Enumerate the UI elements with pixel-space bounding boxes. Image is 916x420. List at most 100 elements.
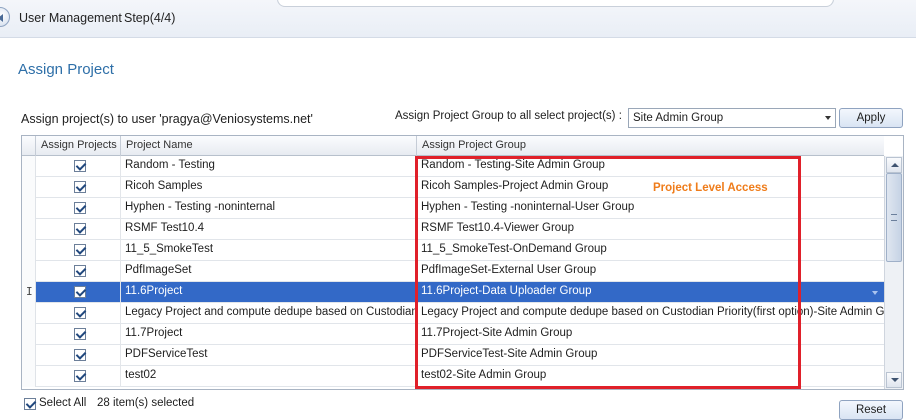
project-grid: Assign Projects Project Name Assign Proj… [21, 135, 904, 390]
table-row[interactable]: Hyphen - Testing -noninternal Hyphen - Te… [22, 198, 884, 219]
select-all-label: Select All [39, 397, 87, 409]
assign-project-checkbox[interactable] [74, 244, 86, 256]
page-title: Assign Project [18, 61, 114, 78]
project-group-value: 11.7Project-Site Admin Group [421, 327, 573, 339]
vertical-scrollbar[interactable] [884, 156, 903, 389]
header-step: Step(4/4) [124, 11, 176, 25]
table-row[interactable]: I 11.6Project 11.6Project-Data Uploader Gr… [22, 282, 884, 303]
row-indicator-cell[interactable] [22, 345, 36, 366]
assign-project-checkbox[interactable] [74, 328, 86, 340]
project-group-cell[interactable]: 11.7Project-Site Admin Group [417, 324, 884, 345]
row-indicator-cell[interactable] [22, 303, 36, 324]
project-group-cell[interactable]: Hyphen - Testing -noninternal-User Group [417, 198, 884, 219]
project-group-cell[interactable]: PdfImageSet-External User Group [417, 261, 884, 282]
chevron-down-icon[interactable] [825, 116, 831, 120]
assign-cell [36, 219, 121, 240]
project-group-value: 11_5_SmokeTest-OnDemand Group [421, 243, 607, 255]
table-row[interactable]: RSMF Test10.4 RSMF Test10.4-Viewer Group [22, 219, 884, 240]
project-name-cell: 11.6Project [121, 282, 417, 303]
assign-cell [36, 240, 121, 261]
project-group-cell[interactable]: 11_5_SmokeTest-OnDemand Group [417, 240, 884, 261]
project-group-cell[interactable]: Legacy Project and compute dedupe based … [417, 303, 903, 324]
header-indicator-cell [22, 136, 36, 156]
project-group-value: test02-Site Admin Group [421, 369, 547, 381]
assign-project-checkbox[interactable] [74, 202, 86, 214]
table-row[interactable]: PDFServiceTest PDFServiceTest-Site Admin … [22, 345, 884, 366]
project-group-value: Random - Testing-Site Admin Group [421, 159, 605, 171]
chevron-down-icon[interactable] [872, 291, 878, 295]
row-indicator-cell[interactable] [22, 198, 36, 219]
column-header-project-name[interactable]: Project Name [121, 136, 417, 156]
project-group-value: PDFServiceTest-Site Admin Group [421, 348, 598, 360]
table-row[interactable]: 11_5_SmokeTest 11_5_SmokeTest-OnDemand Gr… [22, 240, 884, 261]
assign-project-checkbox[interactable] [74, 160, 86, 172]
project-name-cell: Hyphen - Testing -noninternal [121, 198, 417, 219]
row-indicator-cell[interactable] [22, 324, 36, 345]
project-name-cell: 11.7Project [121, 324, 417, 345]
table-row[interactable]: Legacy Project and compute dedupe based … [22, 303, 903, 324]
project-group-cell[interactable]: PDFServiceTest-Site Admin Group [417, 345, 884, 366]
scroll-thumb[interactable] [886, 173, 902, 262]
row-indicator-cell[interactable] [22, 156, 36, 177]
assign-cell [36, 261, 121, 282]
table-row[interactable]: PdfImageSet PdfImageSet-External User Gro… [22, 261, 884, 282]
project-group-cell[interactable]: Random - Testing-Site Admin Group [417, 156, 884, 177]
table-row[interactable]: 11.7Project 11.7Project-Site Admin Group [22, 324, 884, 345]
project-name-cell: test02 [121, 366, 417, 387]
row-indicator-cell[interactable] [22, 177, 36, 198]
project-group-cell[interactable]: RSMF Test10.4-Viewer Group [417, 219, 884, 240]
project-group-cell[interactable]: Ricoh Samples-Project Admin Group [417, 177, 884, 198]
assign-cell [36, 366, 121, 387]
project-group-value: Hyphen - Testing -noninternal-User Group [421, 201, 635, 213]
scroll-down-icon[interactable] [886, 372, 902, 388]
selected-count: 28 item(s) selected [97, 397, 195, 409]
column-header-assign[interactable]: Assign Projects [36, 136, 121, 156]
project-group-value: Legacy Project and compute dedupe based … [421, 306, 904, 318]
project-group-value: RSMF Test10.4-Viewer Group [421, 222, 574, 234]
assign-project-checkbox[interactable] [74, 223, 86, 235]
project-group-select-value: Site Admin Group [633, 112, 724, 124]
row-indicator-cell[interactable] [22, 240, 36, 261]
row-indicator-cell[interactable] [22, 219, 36, 240]
assign-cell [36, 303, 121, 324]
project-group-cell[interactable]: 11.6Project-Data Uploader Group [417, 282, 884, 303]
back-arrow-icon[interactable] [0, 7, 10, 27]
project-name-cell: RSMF Test10.4 [121, 219, 417, 240]
assign-cell [36, 156, 121, 177]
assign-cell [36, 198, 121, 219]
assign-project-checkbox[interactable] [74, 307, 86, 319]
project-name-cell: PdfImageSet [121, 261, 417, 282]
row-indicator-cell[interactable] [22, 366, 36, 387]
grid-header: Assign Projects Project Name Assign Proj… [22, 136, 884, 156]
text-cursor-icon: I [26, 285, 33, 298]
assign-project-checkbox[interactable] [74, 349, 86, 361]
apply-button[interactable]: Apply [839, 108, 903, 128]
assign-project-checkbox[interactable] [74, 286, 86, 298]
scroll-up-icon[interactable] [886, 157, 902, 173]
project-group-select[interactable]: Site Admin Group [628, 108, 836, 128]
project-name-cell: Random - Testing [121, 156, 417, 177]
project-name-cell: PDFServiceTest [121, 345, 417, 366]
header-bar: User Management Step(4/4) [0, 0, 916, 38]
assign-project-checkbox[interactable] [74, 370, 86, 382]
group-selector-label: Assign Project Group to all select proje… [395, 110, 622, 122]
table-row[interactable]: test02 test02-Site Admin Group [22, 366, 884, 387]
assign-cell [36, 345, 121, 366]
project-name-cell: Ricoh Samples [121, 177, 417, 198]
assign-project-checkbox[interactable] [74, 265, 86, 277]
reset-button[interactable]: Reset [839, 400, 903, 420]
project-name-cell: Legacy Project and compute dedupe based … [121, 303, 417, 324]
annotation-label: Project Level Access [653, 182, 768, 194]
row-indicator-cell[interactable]: I [22, 282, 36, 303]
project-group-value: Ricoh Samples-Project Admin Group [421, 180, 609, 192]
project-group-cell[interactable]: test02-Site Admin Group [417, 366, 884, 387]
assign-cell [36, 177, 121, 198]
assign-cell [36, 324, 121, 345]
select-all-checkbox[interactable] [24, 398, 36, 410]
project-group-value: 11.6Project-Data Uploader Group [421, 285, 592, 297]
table-row[interactable]: Random - Testing Random - Testing-Site Ad… [22, 156, 884, 177]
column-header-project-group[interactable]: Assign Project Group [417, 136, 884, 156]
assign-project-checkbox[interactable] [74, 181, 86, 193]
row-indicator-cell[interactable] [22, 261, 36, 282]
header-title: User Management [19, 11, 122, 25]
